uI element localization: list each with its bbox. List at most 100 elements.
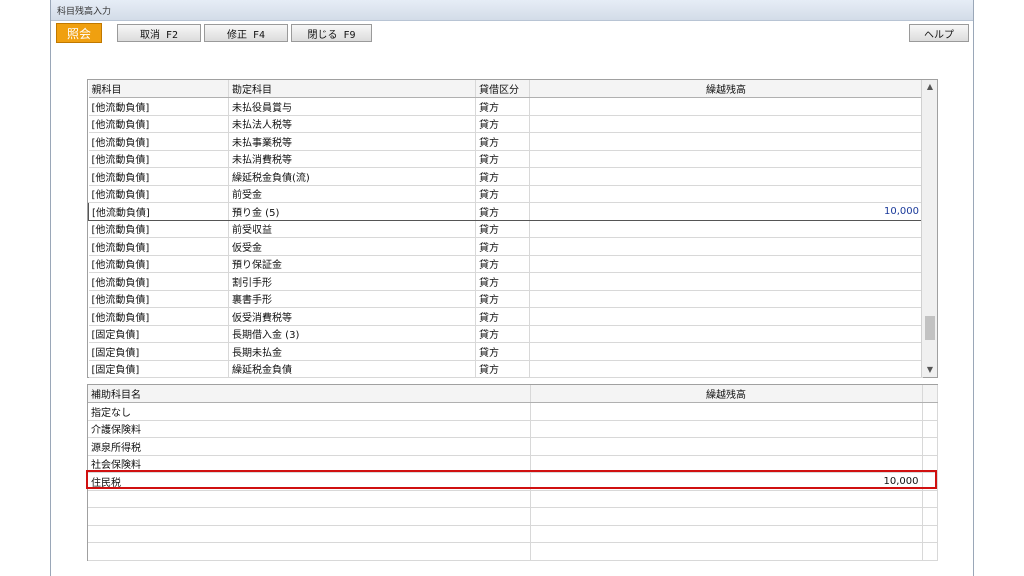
sub-account-row[interactable]: 指定なし	[88, 402, 938, 421]
close-button[interactable]: 閉じる F9	[291, 24, 372, 42]
balance-cell[interactable]	[529, 132, 923, 151]
account-row[interactable]: [固定負債] 長期未払金 貸方	[88, 342, 923, 361]
balance-cell[interactable]	[529, 237, 923, 256]
sub-account-row[interactable]	[88, 507, 938, 526]
account-grid: 親科目 勘定科目 貸借区分 繰越残高 [他流動負債] 未払役員賞与 貸方 [他流動負債…	[87, 79, 938, 378]
scroll-thumb[interactable]	[925, 316, 935, 340]
account-row[interactable]: [他流動負債] 未払事業税等 貸方	[88, 132, 923, 151]
account-name-cell: 未払役員賞与	[228, 97, 476, 116]
scroll-down-icon[interactable]: ▼	[922, 363, 938, 377]
spacer-cell	[922, 420, 938, 438]
sub-balance-cell[interactable]	[530, 490, 923, 508]
cancel-button[interactable]: 取消 F2	[117, 24, 201, 42]
account-row[interactable]: [他流動負債] 裏書手形 貸方	[88, 290, 923, 308]
debit-credit-cell: 貸方	[475, 115, 530, 133]
parent-account-cell: [他流動負債]	[88, 97, 229, 116]
balance-cell[interactable]	[529, 360, 923, 378]
debit-credit-cell: 貸方	[475, 202, 530, 221]
debit-credit-cell: 貸方	[475, 255, 530, 273]
header-parent-account: 親科目	[88, 80, 229, 98]
help-button[interactable]: ヘルプ	[909, 24, 969, 42]
account-row[interactable]: [他流動負債] 繰延税金負債(流) 貸方	[88, 167, 923, 186]
header-balance: 繰越残高	[529, 80, 923, 98]
sub-account-name-cell: 指定なし	[88, 402, 531, 421]
account-name-cell: 預り金 (5)	[228, 202, 476, 221]
account-row[interactable]: [他流動負債] 未払消費税等 貸方	[88, 150, 923, 168]
account-row[interactable]: [他流動負債] 未払役員賞与 貸方	[88, 97, 923, 116]
balance-cell[interactable]	[529, 97, 923, 116]
account-row[interactable]: [他流動負債] 仮受消費税等 貸方	[88, 307, 923, 326]
parent-account-cell: [他流動負債]	[88, 272, 229, 291]
balance-cell[interactable]	[529, 150, 923, 168]
sub-balance-cell[interactable]	[530, 542, 923, 561]
sub-account-row[interactable]	[88, 490, 938, 508]
balance-cell[interactable]	[529, 325, 923, 343]
sub-account-row[interactable]: 介護保険料	[88, 420, 938, 438]
parent-account-cell: [他流動負債]	[88, 255, 229, 273]
spacer-cell	[922, 402, 938, 421]
account-row[interactable]: [他流動負債] 前受金 貸方	[88, 185, 923, 203]
parent-account-cell: [他流動負債]	[88, 237, 229, 256]
sub-account-row[interactable]	[88, 542, 938, 561]
account-row[interactable]: [固定負債] 長期借入金 (3) 貸方	[88, 325, 923, 343]
account-name-cell: 仮受金	[228, 237, 476, 256]
debit-credit-cell: 貸方	[475, 237, 530, 256]
scroll-up-icon[interactable]: ▲	[922, 80, 938, 94]
sub-balance-cell[interactable]	[530, 420, 923, 438]
debit-credit-cell: 貸方	[475, 325, 530, 343]
account-scrollbar[interactable]: ▲ ▼	[921, 80, 937, 377]
balance-cell[interactable]	[529, 272, 923, 291]
debit-credit-cell: 貸方	[475, 290, 530, 308]
account-row[interactable]: [他流動負債] 預り保証金 貸方	[88, 255, 923, 273]
sub-account-name-cell	[88, 525, 531, 543]
balance-cell[interactable]	[529, 115, 923, 133]
account-row[interactable]: [他流動負債] 前受収益 貸方	[88, 220, 923, 238]
account-row[interactable]: [他流動負債] 割引手形 貸方	[88, 272, 923, 291]
sub-account-name-cell	[88, 542, 531, 561]
sub-balance-cell[interactable]	[530, 525, 923, 543]
account-name-cell: 繰延税金負債	[228, 360, 476, 378]
account-row[interactable]: [他流動負債] 未払法人税等 貸方	[88, 115, 923, 133]
sub-account-row[interactable]: 源泉所得税	[88, 437, 938, 456]
account-name-cell: 長期未払金	[228, 342, 476, 361]
highlight-box	[86, 470, 937, 489]
balance-cell[interactable]	[529, 290, 923, 308]
account-row[interactable]: [他流動負債] 仮受金 貸方	[88, 237, 923, 256]
parent-account-cell: [他流動負債]	[88, 202, 229, 221]
parent-account-cell: [固定負債]	[88, 325, 229, 343]
debit-credit-cell: 貸方	[475, 272, 530, 291]
account-row[interactable]: [固定負債] 繰延税金負債 貸方	[88, 360, 923, 378]
parent-account-cell: [他流動負債]	[88, 185, 229, 203]
modify-button[interactable]: 修正 F4	[204, 24, 288, 42]
account-name-cell: 長期借入金 (3)	[228, 325, 476, 343]
account-name-cell: 繰延税金負債(流)	[228, 167, 476, 186]
parent-account-cell: [他流動負債]	[88, 290, 229, 308]
parent-account-cell: [他流動負債]	[88, 150, 229, 168]
parent-account-cell: [固定負債]	[88, 360, 229, 378]
header-debit-credit: 貸借区分	[475, 80, 530, 98]
header-sub-account-name: 補助科目名	[88, 385, 531, 403]
balance-cell[interactable]	[529, 220, 923, 238]
sub-account-name-cell	[88, 490, 531, 508]
parent-account-cell: [固定負債]	[88, 342, 229, 361]
spacer-cell	[922, 437, 938, 456]
parent-account-cell: [他流動負債]	[88, 115, 229, 133]
account-name-cell: 割引手形	[228, 272, 476, 291]
sub-balance-cell[interactable]	[530, 507, 923, 526]
balance-cell[interactable]	[529, 167, 923, 186]
account-name-cell: 仮受消費税等	[228, 307, 476, 326]
balance-cell[interactable]	[529, 307, 923, 326]
parent-account-cell: [他流動負債]	[88, 167, 229, 186]
parent-account-cell: [他流動負債]	[88, 132, 229, 151]
account-row[interactable]: [他流動負債] 預り金 (5) 貸方 10,000	[88, 202, 923, 221]
inquiry-button[interactable]: 照会	[56, 23, 102, 43]
sub-account-row[interactable]	[88, 525, 938, 543]
sub-balance-cell[interactable]	[530, 437, 923, 456]
balance-cell[interactable]	[529, 255, 923, 273]
debit-credit-cell: 貸方	[475, 97, 530, 116]
account-name-cell: 裏書手形	[228, 290, 476, 308]
balance-cell[interactable]: 10,000	[529, 202, 923, 221]
balance-cell[interactable]	[529, 185, 923, 203]
balance-cell[interactable]	[529, 342, 923, 361]
sub-balance-cell[interactable]	[530, 402, 923, 421]
